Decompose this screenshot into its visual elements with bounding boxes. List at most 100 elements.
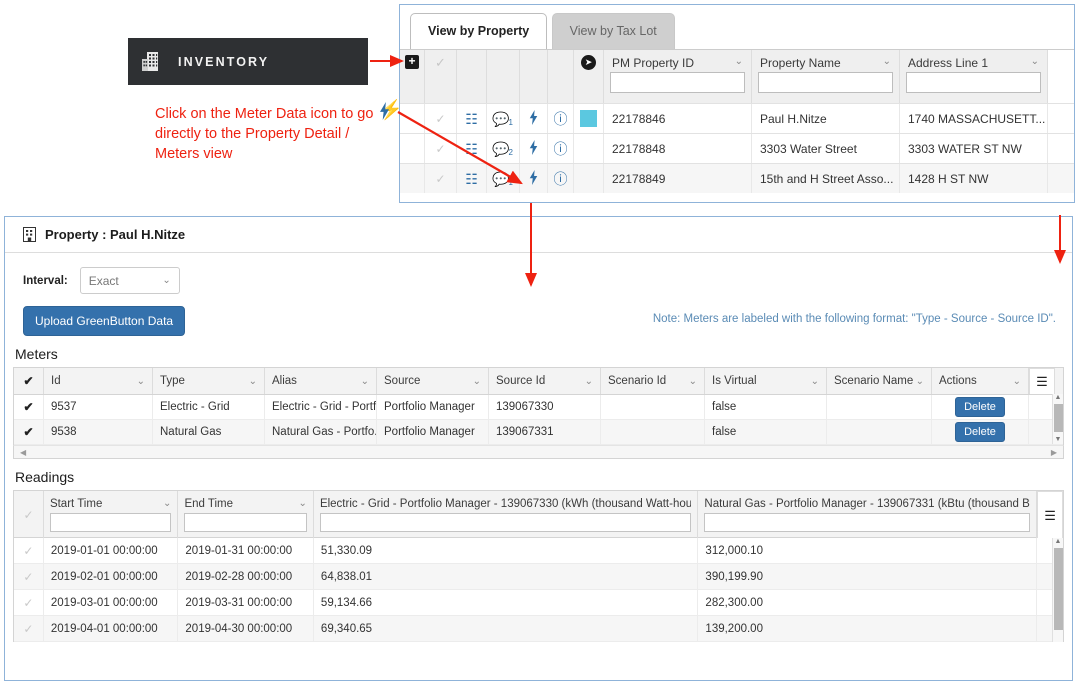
check-icon[interactable]: ✔ — [23, 400, 33, 414]
row-info-cell[interactable]: ⓘ — [548, 164, 574, 193]
row-notes-cell[interactable]: 💬 2 — [487, 134, 520, 163]
chevron-down-icon[interactable]: ⌄ — [585, 376, 593, 387]
circle-arrow-right-icon[interactable]: ➤ — [581, 55, 596, 70]
check-icon[interactable]: ✓ — [23, 570, 33, 584]
chevron-down-icon[interactable]: ⌄ — [916, 376, 924, 387]
meters-col-scenario-id[interactable]: Scenario Id ⌄ — [601, 368, 705, 394]
chevron-down-icon[interactable]: ⌄ — [361, 376, 369, 387]
row-select-cell[interactable]: ✓ — [14, 538, 44, 563]
meters-select-all-header[interactable]: ✔ — [14, 368, 44, 394]
row-select-cell[interactable]: ✔ — [14, 420, 44, 444]
chevron-down-icon[interactable]: ⌄ — [249, 376, 257, 387]
meters-col-id[interactable]: Id ⌄ — [44, 368, 153, 394]
meters-col-is-virtual[interactable]: Is Virtual ⌄ — [705, 368, 827, 394]
readings-col-natural-gas[interactable]: Natural Gas - Portfolio Manager - 139067… — [698, 491, 1038, 538]
hamburger-menu-icon[interactable]: ☰ — [1036, 375, 1048, 388]
meters-vertical-scrollbar[interactable]: ▲ ▼ — [1052, 394, 1063, 444]
table-row[interactable]: ✓ ☷ 💬 1 ⓘ 22178846 Paul H.Nitze 1740 MASS… — [400, 103, 1074, 133]
row-meter-data-cell[interactable] — [520, 134, 548, 163]
column-header-address-line-1[interactable]: Address Line 1 ⌄ — [900, 50, 1048, 103]
scroll-left-arrow-icon[interactable]: ◀ — [20, 448, 26, 457]
readings-col-start-time[interactable]: Start Time ⌄ — [44, 491, 179, 538]
row-info-cell[interactable]: ⓘ — [548, 104, 574, 133]
chevron-down-icon[interactable]: ⌄ — [689, 376, 697, 387]
check-icon[interactable]: ✓ — [23, 508, 33, 522]
meters-col-type[interactable]: Type ⌄ — [153, 368, 265, 394]
lightning-bolt-icon[interactable] — [529, 170, 538, 187]
check-icon[interactable]: ✔ — [23, 374, 33, 388]
row-select-cell[interactable]: ✓ — [14, 616, 44, 641]
info-icon[interactable]: ⓘ — [554, 112, 568, 126]
check-icon[interactable]: ✓ — [23, 596, 33, 610]
chevron-down-icon[interactable]: ⌄ — [162, 275, 170, 286]
table-row[interactable]: ✓ 2019-04-01 00:00:00 2019-04-30 00:00:0… — [14, 616, 1063, 642]
row-select-cell[interactable]: ✓ — [14, 590, 44, 615]
meters-col-alias[interactable]: Alias ⌄ — [265, 368, 377, 394]
meters-col-source[interactable]: Source ⌄ — [377, 368, 489, 394]
column-chooser-cell[interactable]: ➤ — [574, 50, 604, 103]
row-taxlot-cell[interactable]: ☷ — [457, 134, 487, 163]
hamburger-menu-icon[interactable]: ☰ — [1044, 509, 1056, 522]
lightning-bolt-icon[interactable] — [529, 110, 538, 127]
column-header-property-name[interactable]: Property Name ⌄ — [752, 50, 900, 103]
readings-vertical-scrollbar[interactable]: ▲ — [1052, 538, 1063, 642]
info-icon[interactable]: ⓘ — [554, 172, 568, 186]
delete-button[interactable]: Delete — [955, 422, 1005, 442]
comment-icon[interactable]: 💬 — [492, 112, 509, 126]
row-notes-cell[interactable]: 💬 1 — [487, 164, 520, 193]
scroll-up-arrow-icon[interactable]: ▲ — [1055, 538, 1062, 546]
lightning-bolt-icon[interactable] — [529, 140, 538, 157]
filter-pm-property-id[interactable] — [610, 72, 745, 93]
select-all-cell[interactable]: ✓ — [425, 50, 457, 103]
sitemap-icon[interactable]: ☷ — [465, 112, 478, 126]
check-icon[interactable]: ✓ — [435, 112, 445, 126]
filter-end-time[interactable] — [184, 512, 307, 532]
chevron-down-icon[interactable]: ⌄ — [883, 56, 891, 67]
chevron-down-icon[interactable]: ⌄ — [1013, 376, 1021, 387]
meters-col-source-id[interactable]: Source Id ⌄ — [489, 368, 601, 394]
row-expand-cell[interactable] — [400, 134, 425, 163]
chevron-down-icon[interactable]: ⌄ — [811, 376, 819, 387]
check-icon[interactable]: ✓ — [23, 544, 33, 558]
table-row[interactable]: ✓ 2019-02-01 00:00:00 2019-02-28 00:00:0… — [14, 564, 1063, 590]
readings-menu-button[interactable]: ☰ — [1037, 491, 1064, 538]
table-row[interactable]: ✓ ☷ 💬 2 ⓘ 22178848 3303 Water Street 3303… — [400, 133, 1074, 163]
tab-view-by-tax-lot[interactable]: View by Tax Lot — [551, 13, 675, 49]
comment-icon[interactable]: 💬 — [492, 142, 509, 156]
row-meter-data-cell[interactable] — [520, 164, 548, 193]
row-taxlot-cell[interactable]: ☷ — [457, 104, 487, 133]
chevron-down-icon[interactable]: ⌄ — [735, 56, 743, 67]
delete-button[interactable]: Delete — [955, 397, 1005, 417]
meters-menu-button[interactable]: ☰ — [1029, 368, 1055, 394]
meters-col-scenario-name[interactable]: Scenario Name ⌄ — [827, 368, 932, 394]
inventory-banner[interactable]: INVENTORY — [128, 38, 368, 85]
row-select-cell[interactable]: ✓ — [425, 164, 457, 193]
table-row[interactable]: ✓ 2019-01-01 00:00:00 2019-01-31 00:00:0… — [14, 538, 1063, 564]
row-notes-cell[interactable]: 💬 1 — [487, 104, 520, 133]
row-select-cell[interactable]: ✔ — [14, 395, 44, 419]
chevron-down-icon[interactable]: ⌄ — [163, 498, 171, 510]
cell-actions[interactable]: Delete — [932, 395, 1029, 419]
check-icon[interactable]: ✓ — [435, 142, 445, 156]
meters-horizontal-scrollbar[interactable]: ◀ ▶ — [13, 445, 1064, 459]
upload-greenbutton-data-button[interactable]: Upload GreenButton Data — [23, 306, 186, 336]
filter-natural-gas[interactable] — [704, 512, 1031, 532]
table-row[interactable]: ✓ ☷ 💬 1 ⓘ 22178849 15th and H Street Asso… — [400, 163, 1074, 193]
chevron-down-icon[interactable]: ⌄ — [299, 498, 307, 510]
sitemap-icon[interactable]: ☷ — [465, 172, 478, 186]
info-icon[interactable]: ⓘ — [554, 142, 568, 156]
chevron-down-icon[interactable]: ⌄ — [137, 376, 145, 387]
cell-actions[interactable]: Delete — [932, 420, 1029, 444]
comment-icon[interactable]: 💬 — [492, 172, 509, 186]
chevron-down-icon[interactable]: ⌄ — [473, 376, 481, 387]
check-icon[interactable]: ✓ — [435, 172, 445, 186]
chevron-down-icon[interactable]: ⌄ — [1031, 56, 1039, 67]
table-row[interactable]: ✔ 9537 Electric - Grid Electric - Grid -… — [14, 395, 1063, 420]
scroll-down-arrow-icon[interactable]: ▼ — [1055, 436, 1062, 444]
plus-square-icon[interactable]: + — [405, 55, 419, 69]
row-select-cell[interactable]: ✓ — [425, 104, 457, 133]
readings-col-electric[interactable]: Electric - Grid - Portfolio Manager - 13… — [314, 491, 699, 538]
row-expand-cell[interactable] — [400, 164, 425, 193]
scrollbar-thumb[interactable] — [1054, 548, 1063, 630]
tab-view-by-property[interactable]: View by Property — [410, 13, 548, 49]
